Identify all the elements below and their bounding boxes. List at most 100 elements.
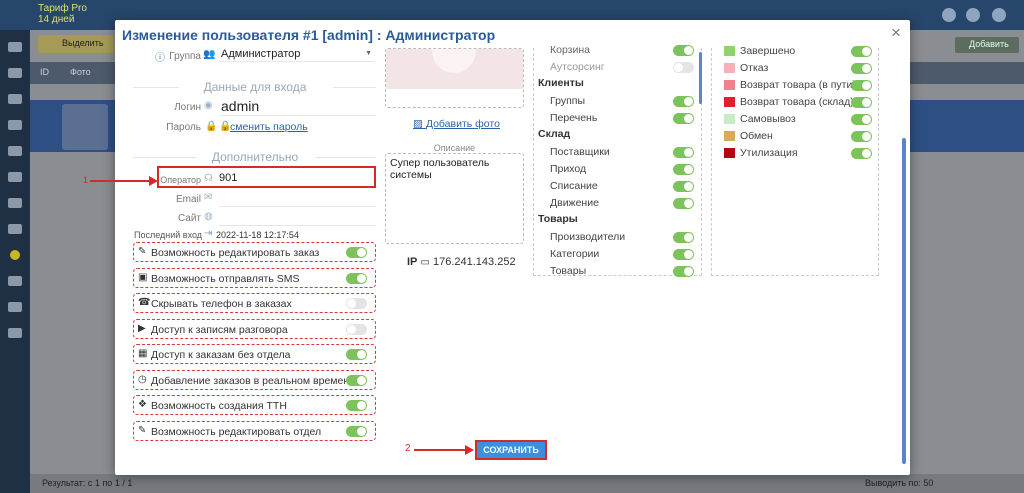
close-icon[interactable]: ×: [891, 23, 901, 43]
sidebar-info-icon[interactable]: [8, 276, 22, 286]
logout-icon[interactable]: [992, 8, 1006, 22]
sidebar-video-icon[interactable]: [8, 328, 22, 338]
field-underline: [219, 115, 376, 116]
sign-in-icon: ⇥: [204, 228, 213, 239]
app-sidebar: [0, 30, 30, 493]
access-item-label: Поставщики: [550, 146, 610, 158]
annotation-arrowhead-2: [465, 445, 474, 455]
access-item-toggle[interactable]: [673, 232, 694, 243]
access-item-toggle[interactable]: [673, 164, 694, 175]
site-field[interactable]: [219, 225, 376, 226]
permission-row[interactable]: ▦ Доступ к заказам без отдела: [133, 344, 376, 364]
sidebar-users-icon[interactable]: [8, 94, 22, 104]
status-color-swatch: [724, 63, 735, 73]
group-select[interactable]: Администратор ▼: [219, 47, 374, 62]
email-field[interactable]: [219, 206, 376, 207]
status-color-swatch: [724, 80, 735, 90]
user-circle-icon: ◉: [204, 100, 213, 111]
permission-label: Доступ к записям разговора: [151, 323, 288, 336]
permission-toggle[interactable]: [346, 272, 367, 284]
annotation-number-2: 2: [405, 443, 411, 454]
ip-label: IP: [407, 256, 418, 268]
sidebar-orders-icon[interactable]: [8, 68, 22, 78]
col-photo: Фото: [70, 67, 91, 77]
last-login-label: Последний вход: [134, 230, 203, 240]
sidebar-stats-icon[interactable]: [8, 224, 22, 234]
permission-toggle[interactable]: [346, 323, 367, 335]
access-item-toggle[interactable]: [673, 113, 694, 124]
access-item-toggle[interactable]: [673, 181, 694, 192]
permission-row[interactable]: ✎ Возможность редактировать отдел: [133, 420, 376, 441]
tariff-label: Тариф Pro: [38, 3, 87, 14]
save-button[interactable]: СОХРАНИТЬ: [475, 440, 547, 460]
access-item-toggle[interactable]: [673, 249, 694, 260]
status-toggle[interactable]: [851, 46, 872, 57]
status-toggle[interactable]: [851, 97, 872, 108]
access-item-toggle[interactable]: [673, 198, 694, 209]
permission-row[interactable]: ▶ Доступ к записям разговора: [133, 318, 376, 339]
app-brand[interactable]: Тариф Pro 14 дней: [38, 3, 87, 25]
clock-icon: ◷: [138, 373, 147, 385]
permission-label: Доступ к заказам без отдела: [151, 349, 291, 361]
permission-toggle[interactable]: [346, 425, 367, 437]
select-button-label: Выделить: [62, 38, 104, 48]
permission-label: Возможность редактировать отдел: [151, 425, 322, 438]
permission-toggle[interactable]: [346, 349, 367, 360]
permission-row[interactable]: ✎ Возможность редактировать заказ: [133, 242, 376, 262]
sidebar-monitor-icon[interactable]: [8, 42, 22, 52]
status-toggle[interactable]: [851, 80, 872, 91]
access-item-toggle[interactable]: [673, 147, 694, 158]
annotation-arrow-2: [414, 449, 466, 451]
access-item-label: Корзина: [550, 44, 590, 56]
per-page[interactable]: Выводить по: 50: [865, 478, 933, 488]
permission-row[interactable]: ◷ Добавление заказов в реальном времени: [133, 369, 376, 390]
divider: [315, 157, 376, 158]
email-label: Email: [175, 194, 201, 205]
annotation-arrow-1: [90, 180, 150, 182]
pencil-icon: ✎: [138, 246, 147, 257]
permission-toggle[interactable]: [346, 400, 367, 411]
access-list-scrollbar[interactable]: [699, 52, 702, 104]
add-photo-link[interactable]: ▨ Добавить фото: [413, 118, 500, 130]
permission-row[interactable]: ☎ Скрывать телефон в заказах: [133, 293, 376, 313]
sidebar-products-icon[interactable]: [8, 120, 22, 130]
operator-input[interactable]: [219, 170, 349, 185]
status-toggle[interactable]: [851, 63, 872, 74]
sidebar-warehouse-icon[interactable]: [8, 146, 22, 156]
phone-icon: ☎: [138, 297, 151, 308]
table-footer: Результат: с 1 по 1 / 1 Выводить по: 50: [30, 474, 1024, 493]
change-password-link[interactable]: сменить пароль: [230, 121, 308, 133]
last-login-value: 2022-11-18 12:17:54: [216, 230, 299, 240]
access-item-label: Категории: [550, 248, 600, 260]
group-label: Группа: [169, 51, 201, 62]
status-toggle[interactable]: [851, 114, 872, 125]
status-label: Обмен: [740, 130, 773, 142]
sidebar-delivery-icon[interactable]: [8, 172, 22, 182]
select-button[interactable]: Выделить: [38, 35, 114, 53]
photo-area[interactable]: [385, 48, 524, 108]
description-textarea[interactable]: Супер пользователь системы: [385, 153, 524, 244]
access-item-toggle[interactable]: [673, 62, 694, 73]
settings-icon[interactable]: [966, 8, 980, 22]
status-toggle[interactable]: [851, 131, 872, 142]
permission-row[interactable]: ▣ Возможность отправлять SMS: [133, 267, 376, 288]
access-item-label: Аутсорсинг: [550, 61, 605, 73]
permission-toggle[interactable]: [346, 247, 367, 258]
sidebar-eye-icon[interactable]: [8, 302, 22, 312]
sidebar-messages-icon[interactable]: [8, 198, 22, 208]
permission-toggle[interactable]: [346, 298, 367, 309]
status-color-swatch: [724, 97, 735, 107]
dialog-scrollbar[interactable]: [902, 138, 906, 464]
permission-label: Добавление заказов в реальном времени: [151, 374, 356, 387]
add-button[interactable]: Добавить: [955, 37, 1019, 53]
sidebar-coin-icon[interactable]: [10, 250, 20, 260]
permission-toggle[interactable]: [346, 374, 367, 386]
headset-icon: ☊: [204, 173, 213, 184]
access-item-toggle[interactable]: [673, 266, 694, 277]
user-icon[interactable]: [942, 8, 956, 22]
access-item-toggle[interactable]: [673, 96, 694, 107]
access-item-toggle[interactable]: [673, 45, 694, 56]
status-label: Возврат товара (в пути): [740, 79, 856, 91]
permission-row[interactable]: ❖ Возможность создания ТТН: [133, 395, 376, 415]
status-toggle[interactable]: [851, 148, 872, 159]
